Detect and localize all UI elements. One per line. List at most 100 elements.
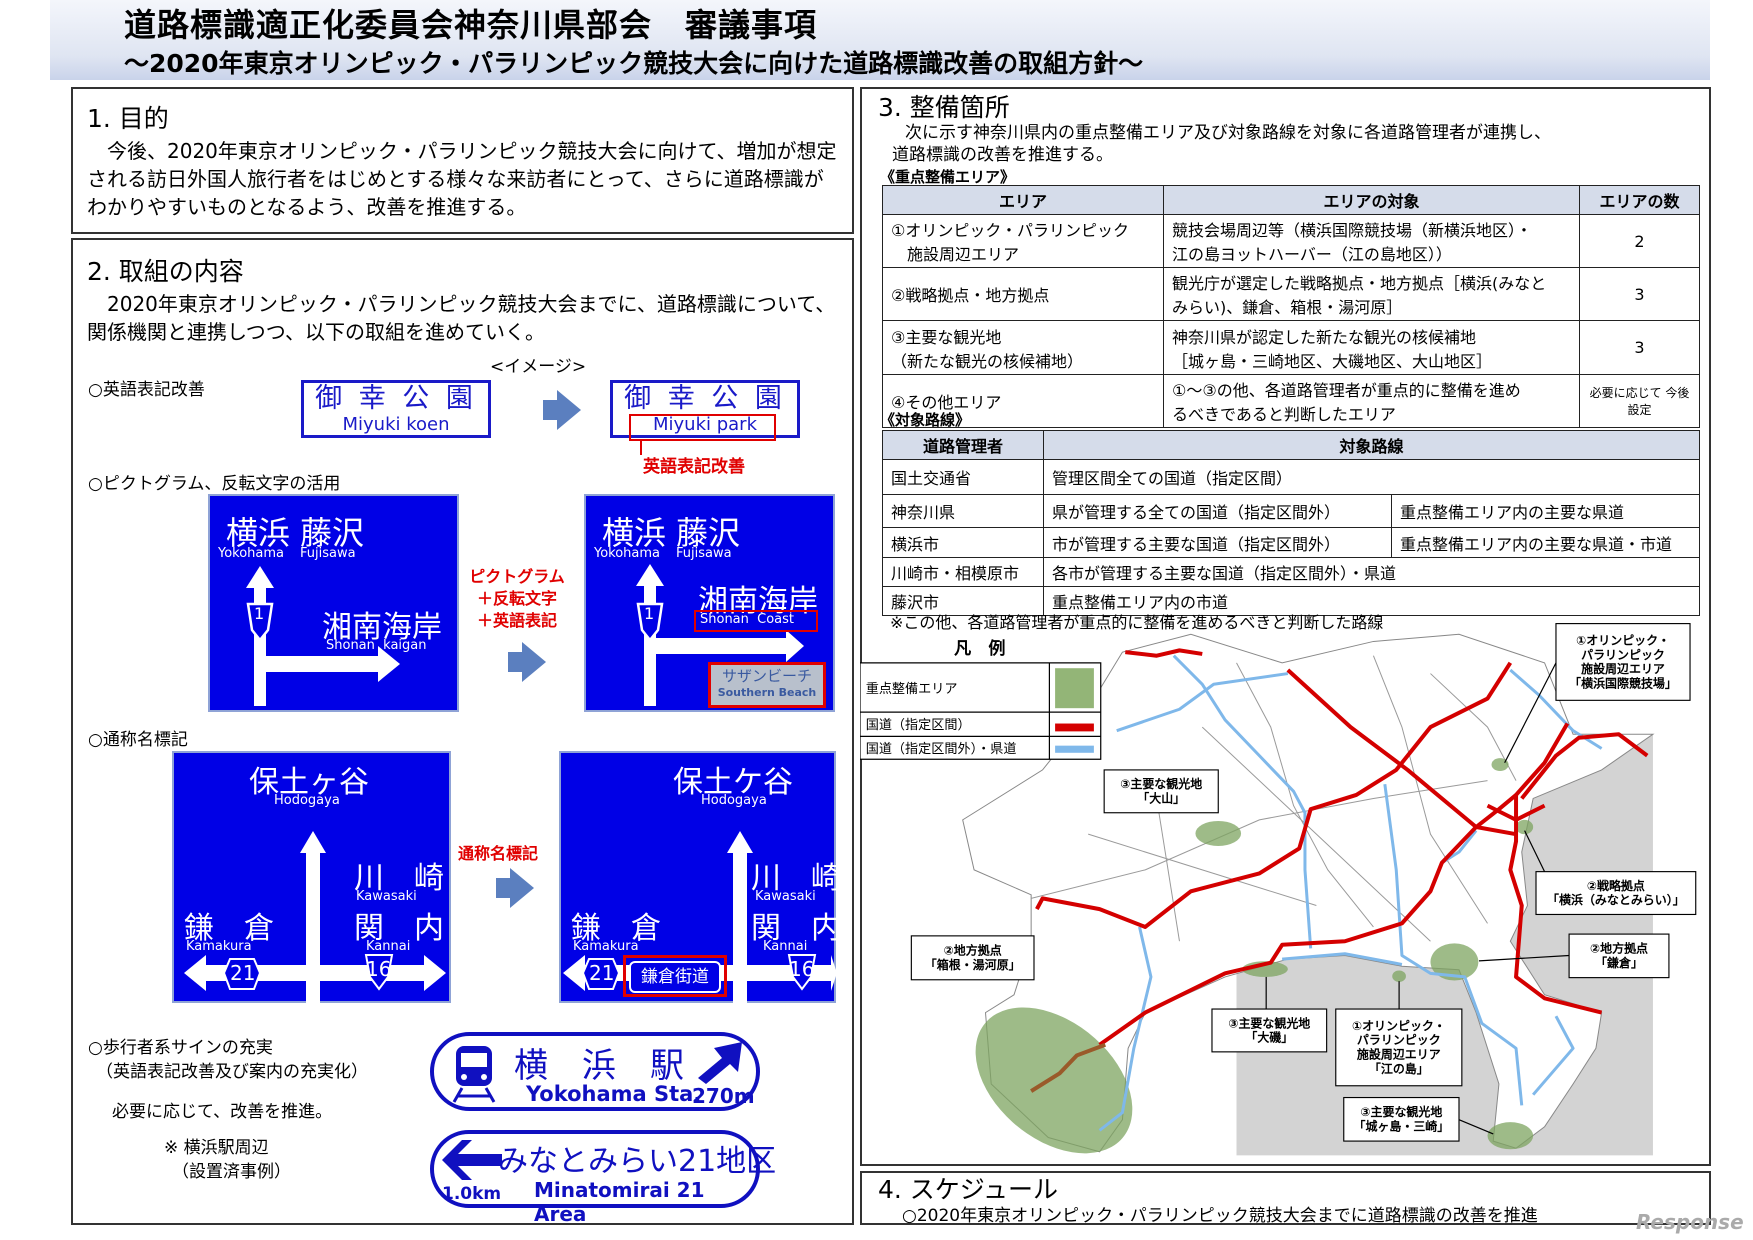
area-cell: ①オリンピック・パラリンピック 施設周辺エリア <box>882 214 1164 268</box>
sign-distance: 1.0km <box>442 1184 502 1204</box>
section-heading: 1. 目的 <box>87 104 169 133</box>
route-number: 21 <box>230 961 256 985</box>
dest-en: Kannai <box>763 939 808 954</box>
callout-text: 施設周辺エリア <box>1581 661 1665 676</box>
dest-en: Kamakura <box>186 939 252 954</box>
callout-text: 「鎌倉」 <box>1595 955 1643 970</box>
section-body: 今後、2020年東京オリンピック・パラリンピック競技大会に向けて、増加が想定され… <box>87 139 837 219</box>
callout-oiso: ③主要な観光地「大磯」 <box>1211 1008 1328 1053</box>
callout-oyama: ③主要な観光地「大山」 <box>1103 769 1219 814</box>
callout-text: ③主要な観光地 <box>1360 1104 1442 1119</box>
manager-cell: 国土交通省 <box>882 459 1044 495</box>
beach-jp: サザンビーチ <box>721 667 812 685</box>
dest-en: Kawasaki <box>356 889 417 904</box>
sign-en: Yokohama Sta. <box>526 1082 702 1106</box>
legend-label: 国道（指定区間外）・県道 <box>866 741 1017 757</box>
callout-text: 「横浜（みなとみらい）」 <box>1547 892 1685 907</box>
callout-line <box>640 441 642 455</box>
table-row: ①オリンピック・パラリンピック 施設周辺エリア 競技会場周辺等（横浜国際競技場（新… <box>882 214 1700 268</box>
target-cell: ①～③の他、各道路管理者が重点的に整備を進め るべきであると判断したエリア <box>1163 374 1580 428</box>
cell-line: ①オリンピック・パラリンピック <box>891 221 1130 240</box>
arrow-right-icon <box>508 642 546 682</box>
note-line: ピクトグラム <box>469 567 565 586</box>
count-cell: 必要に応じて 今後設定 <box>1579 374 1700 428</box>
column-header: エリア <box>882 185 1164 215</box>
target-cell: 神奈川県が認定した新たな観光の核候補地 ［城ヶ島・三崎地区、大磯地区、大山地区］ <box>1163 320 1580 375</box>
legend-swatch-national <box>1055 723 1094 732</box>
cell-line: 江の島ヨットハーバー（江の島地区）） <box>1172 245 1452 264</box>
sign-before-english: 御 幸 公 園 Miyuki koen <box>301 380 491 438</box>
common-name-heading: ○通称名標記 <box>88 730 188 750</box>
callout-jogashima: ③主要な観光地「城ヶ島・三崎」 <box>1343 1096 1460 1142</box>
pictogram-heading: ○ピクトグラム、反転文字の活用 <box>88 474 341 494</box>
manager-cell: 横浜市 <box>882 527 1044 558</box>
sign-en: Miyuki koen <box>342 414 450 435</box>
table-header-row: エリア エリアの対象 エリアの数 <box>882 185 1700 215</box>
dest-en: Kannai <box>366 939 411 954</box>
street-name-highlight: 鎌倉街道 <box>623 955 727 997</box>
arrow-up-right-icon <box>698 1042 742 1084</box>
street-name: 鎌倉街道 <box>629 961 721 993</box>
dest-en: Shonan kaigan <box>326 638 427 653</box>
route-number: 16 <box>366 957 392 981</box>
section-body: ○2020年東京オリンピック・パラリンピック競技大会までに道路標識の改善を推進 <box>902 1206 1538 1226</box>
section-heading: 2. 取組の内容 <box>87 257 244 286</box>
watermark-logo: Response <box>1636 1210 1744 1234</box>
table-row: 横浜市 市が管理する主要な国道（指定区間外） 重点整備エリア内の主要な県道・市道 <box>882 527 1700 558</box>
page-title: 道路標識適正化委員会神奈川県部会 審議事項 <box>124 6 818 44</box>
column-header: エリアの対象 <box>1163 185 1580 215</box>
manager-cell: 川崎市・相模原市 <box>882 557 1044 587</box>
callout-text: 「大磯」 <box>1245 1030 1293 1045</box>
cell-line: みらい)、鎌倉、箱根・湯河原］ <box>1172 298 1403 317</box>
kanagawa-map: 凡 例 重点整備エリア 国道（指定区間） 国道（指定区間外）・県道 ①オリンピッ… <box>860 623 1697 1156</box>
beach-en: Southern Beach <box>717 686 817 699</box>
r1-cell: 県が管理する全ての国道（指定区間外） <box>1043 494 1392 528</box>
area-minatomirai <box>1516 819 1534 835</box>
area-cell: ②戦略拠点・地方拠点 <box>882 267 1164 321</box>
note-line: ＋英語表記 <box>476 611 557 630</box>
sign-jp: みなとみらい21地区 <box>498 1144 777 1179</box>
dest-en: Kawasaki <box>755 889 816 904</box>
callout-yokohama-stadium: ①オリンピック・パラリンピック施設周辺エリア「横浜国際競技場」 <box>1555 623 1691 701</box>
legend-label: 重点整備エリア <box>866 681 958 697</box>
sign-before-pictogram: 横浜 藤沢 Yokohama Fujisawa 1 湘南海岸 Shonan ka… <box>208 494 459 712</box>
sign-distance: 270m <box>692 1084 755 1108</box>
area-enoshima <box>1392 970 1406 982</box>
callout-hakone: ②地方拠点「箱根・湯河原」 <box>910 935 1035 981</box>
beach-pictogram: サザンビーチ Southern Beach <box>708 662 826 708</box>
cell-line: 観光庁が選定した戦略拠点・地方拠点［横浜(みなと <box>1172 274 1547 293</box>
note-line: ＋反転文字 <box>476 589 557 608</box>
dest-en: Hodogaya <box>274 793 340 808</box>
route-number: 16 <box>789 957 815 981</box>
arrow-left-icon <box>442 1140 502 1180</box>
cell-line: ③主要な観光地 <box>891 327 1002 347</box>
cell-line: 施設周辺エリア <box>891 245 1020 264</box>
callout-text: ③主要な観光地 <box>1120 776 1202 791</box>
callout-text: ②地方拠点 <box>1590 941 1648 956</box>
table-row: ④その他エリア ①～③の他、各道路管理者が重点的に整備を進め るべきであると判断した… <box>882 374 1700 428</box>
arrow-right-icon <box>543 390 581 430</box>
legend-label: 国道（指定区間） <box>866 717 971 733</box>
cell-line: ［城ヶ島・三崎地区、大磯地区、大山地区］ <box>1172 351 1493 371</box>
legend-swatch-prefectural <box>1055 745 1094 753</box>
r1-cell: 市が管理する主要な国道（指定区間外） <box>1043 527 1392 558</box>
count-cell: 3 <box>1579 320 1700 375</box>
areas-title: 《重点整備エリア》 <box>880 168 1016 186</box>
callout-text: 「箱根・湯河原」 <box>925 957 1021 972</box>
legend-title: 凡 例 <box>954 638 1005 659</box>
sign-jp: 御 幸 公 園 <box>315 383 477 414</box>
pedestrian-sign-minatomirai: みなとみらい21地区 1.0km Minatomirai 21 Area <box>430 1130 776 1226</box>
r1-cell: 各市が管理する主要な国道（指定区間外）・県道 <box>1043 557 1700 587</box>
target-routes-table: 道路管理者 対象路線 国土交通省 管理区間全ての国道（指定区間） 神奈川県 県が管理す… <box>882 430 1700 616</box>
callout-minatomirai: ②戦略拠点「横浜（みなとみらい）」 <box>1535 871 1697 916</box>
area-jogashima <box>1487 1122 1534 1150</box>
sign-en: Minatomirai 21 Area <box>534 1178 705 1226</box>
callout-text: ①オリンピック・ <box>1576 634 1670 648</box>
english-heading: ○英語表記改善 <box>88 380 205 400</box>
pedestrian-example: ※ 横浜駅周辺 <box>164 1138 269 1158</box>
target-cell: 競技会場周辺等（横浜国際競技場（新横浜地区）・ 江の島ヨットハーバー（江の島地区）… <box>1163 214 1580 268</box>
legend-swatch-area <box>1055 668 1094 709</box>
common-name-note: 通称名標記 <box>458 844 539 863</box>
pedestrian-sign-yokohama-station: 横 浜 駅 Yokohama Sta. 270m <box>430 1032 760 1111</box>
pedestrian-heading: ○歩行者系サインの充実 <box>88 1038 273 1058</box>
